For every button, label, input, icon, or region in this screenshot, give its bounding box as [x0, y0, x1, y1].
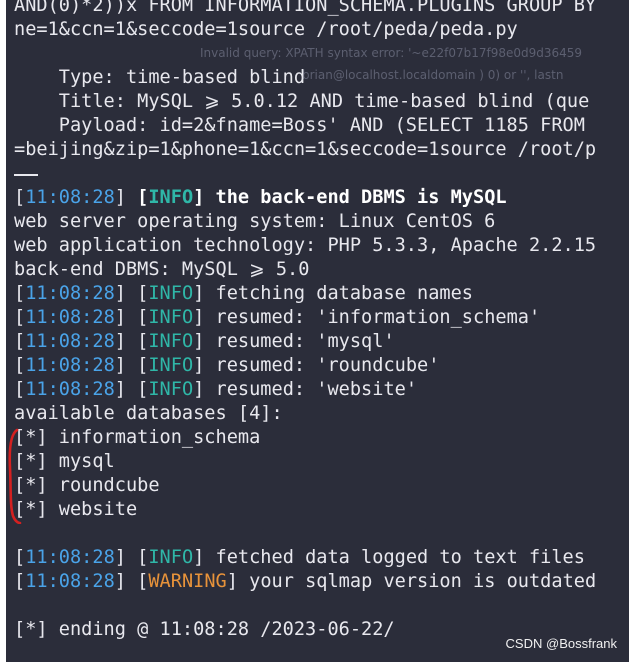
available-databases-heading: available databases [4]:	[14, 403, 283, 424]
log-line-warning: [11:08:28] [WARNING] your sqlmap version…	[14, 571, 597, 592]
log-message: resumed: 'information_schema'	[215, 307, 541, 328]
ending-line: [*] ending @ 11:08:28 /2023-06-22/	[14, 619, 395, 640]
terminal-window[interactable]: Invalid query: XPATH syntax error: '~e22…	[6, 0, 629, 662]
database-list-item: [*] website	[14, 499, 138, 520]
log-line-resumed: [11:08:28] [INFO] resumed: 'roundcube'	[14, 355, 440, 376]
database-list-item: [*] information_schema	[14, 427, 261, 448]
log-level-info: INFO	[148, 355, 194, 376]
timestamp: 11:08:28	[25, 331, 115, 352]
timestamp: 11:08:28	[25, 355, 115, 376]
log-message: resumed: 'roundcube'	[215, 355, 440, 376]
database-list-item: [*] mysql	[14, 451, 115, 472]
log-level-info: INFO	[148, 379, 194, 400]
log-level-info: INFO	[148, 331, 194, 352]
terminal-line: =beijing&zip=1&phone=1&ccn=1&seccode=1so…	[14, 139, 597, 160]
timestamp: 11:08:28	[25, 379, 115, 400]
terminal-line: ne=1&ccn=1&seccode=1source /root/peda/pe…	[14, 19, 518, 40]
backend-info-line: back-end DBMS: MySQL ⩾ 5.0	[14, 259, 310, 280]
log-line-resumed: [11:08:28] [INFO] resumed: 'mysql'	[14, 331, 395, 352]
log-level-warning: WARNING	[148, 571, 227, 592]
log-level-info: INFO	[148, 187, 194, 208]
log-level-info: INFO	[148, 283, 194, 304]
log-message: fetching database names	[215, 283, 474, 304]
timestamp: 11:08:28	[25, 571, 115, 592]
log-level-info: INFO	[148, 307, 194, 328]
timestamp: 11:08:28	[25, 307, 115, 328]
ghost-error-text: Invalid query: XPATH syntax error: '~e22…	[200, 46, 583, 60]
terminal-line: AND(0)*2))x FROM INFORMATION_SCHEMA.PLUG…	[14, 0, 597, 16]
log-message: resumed: 'mysql'	[215, 331, 395, 352]
ghost-error-text-2: brian@localhost.localdomain ) 0) or '', …	[302, 68, 564, 82]
injection-payload-line: Payload: id=2&fname=Boss' AND (SELECT 11…	[14, 115, 585, 136]
log-line-dbms: [11:08:28] [INFO] the back-end DBMS is M…	[14, 187, 507, 208]
os-info-line: web server operating system: Linux CentO…	[14, 211, 496, 232]
log-message: resumed: 'website'	[215, 379, 418, 400]
red-bracket-annotation	[8, 428, 22, 524]
log-message: your sqlmap version is outdated	[249, 571, 597, 592]
injection-title-line: Title: MySQL ⩾ 5.0.12 AND time-based bli…	[14, 91, 590, 112]
log-line-resumed: [11:08:28] [INFO] resumed: 'website'	[14, 379, 418, 400]
tech-info-line: web application technology: PHP 5.3.3, A…	[14, 235, 597, 256]
timestamp: 11:08:28	[25, 547, 115, 568]
timestamp: 11:08:28	[25, 187, 115, 208]
log-line-fetched: [11:08:28] [INFO] fetched data logged to…	[14, 547, 585, 568]
log-message: fetched data logged to text files	[215, 547, 585, 568]
injection-type-line: Type: time-based blind	[14, 67, 306, 88]
timestamp: 11:08:28	[25, 283, 115, 304]
log-level-info: INFO	[148, 547, 194, 568]
log-line-resumed: [11:08:28] [INFO] resumed: 'information_…	[14, 307, 541, 328]
log-line-fetch: [11:08:28] [INFO] fetching database name…	[14, 283, 474, 304]
separator-line	[14, 174, 38, 176]
database-list-item: [*] roundcube	[14, 475, 160, 496]
log-message: the back-end DBMS is MySQL	[215, 187, 507, 208]
csdn-watermark: CSDN @Bossfrank	[505, 636, 617, 651]
